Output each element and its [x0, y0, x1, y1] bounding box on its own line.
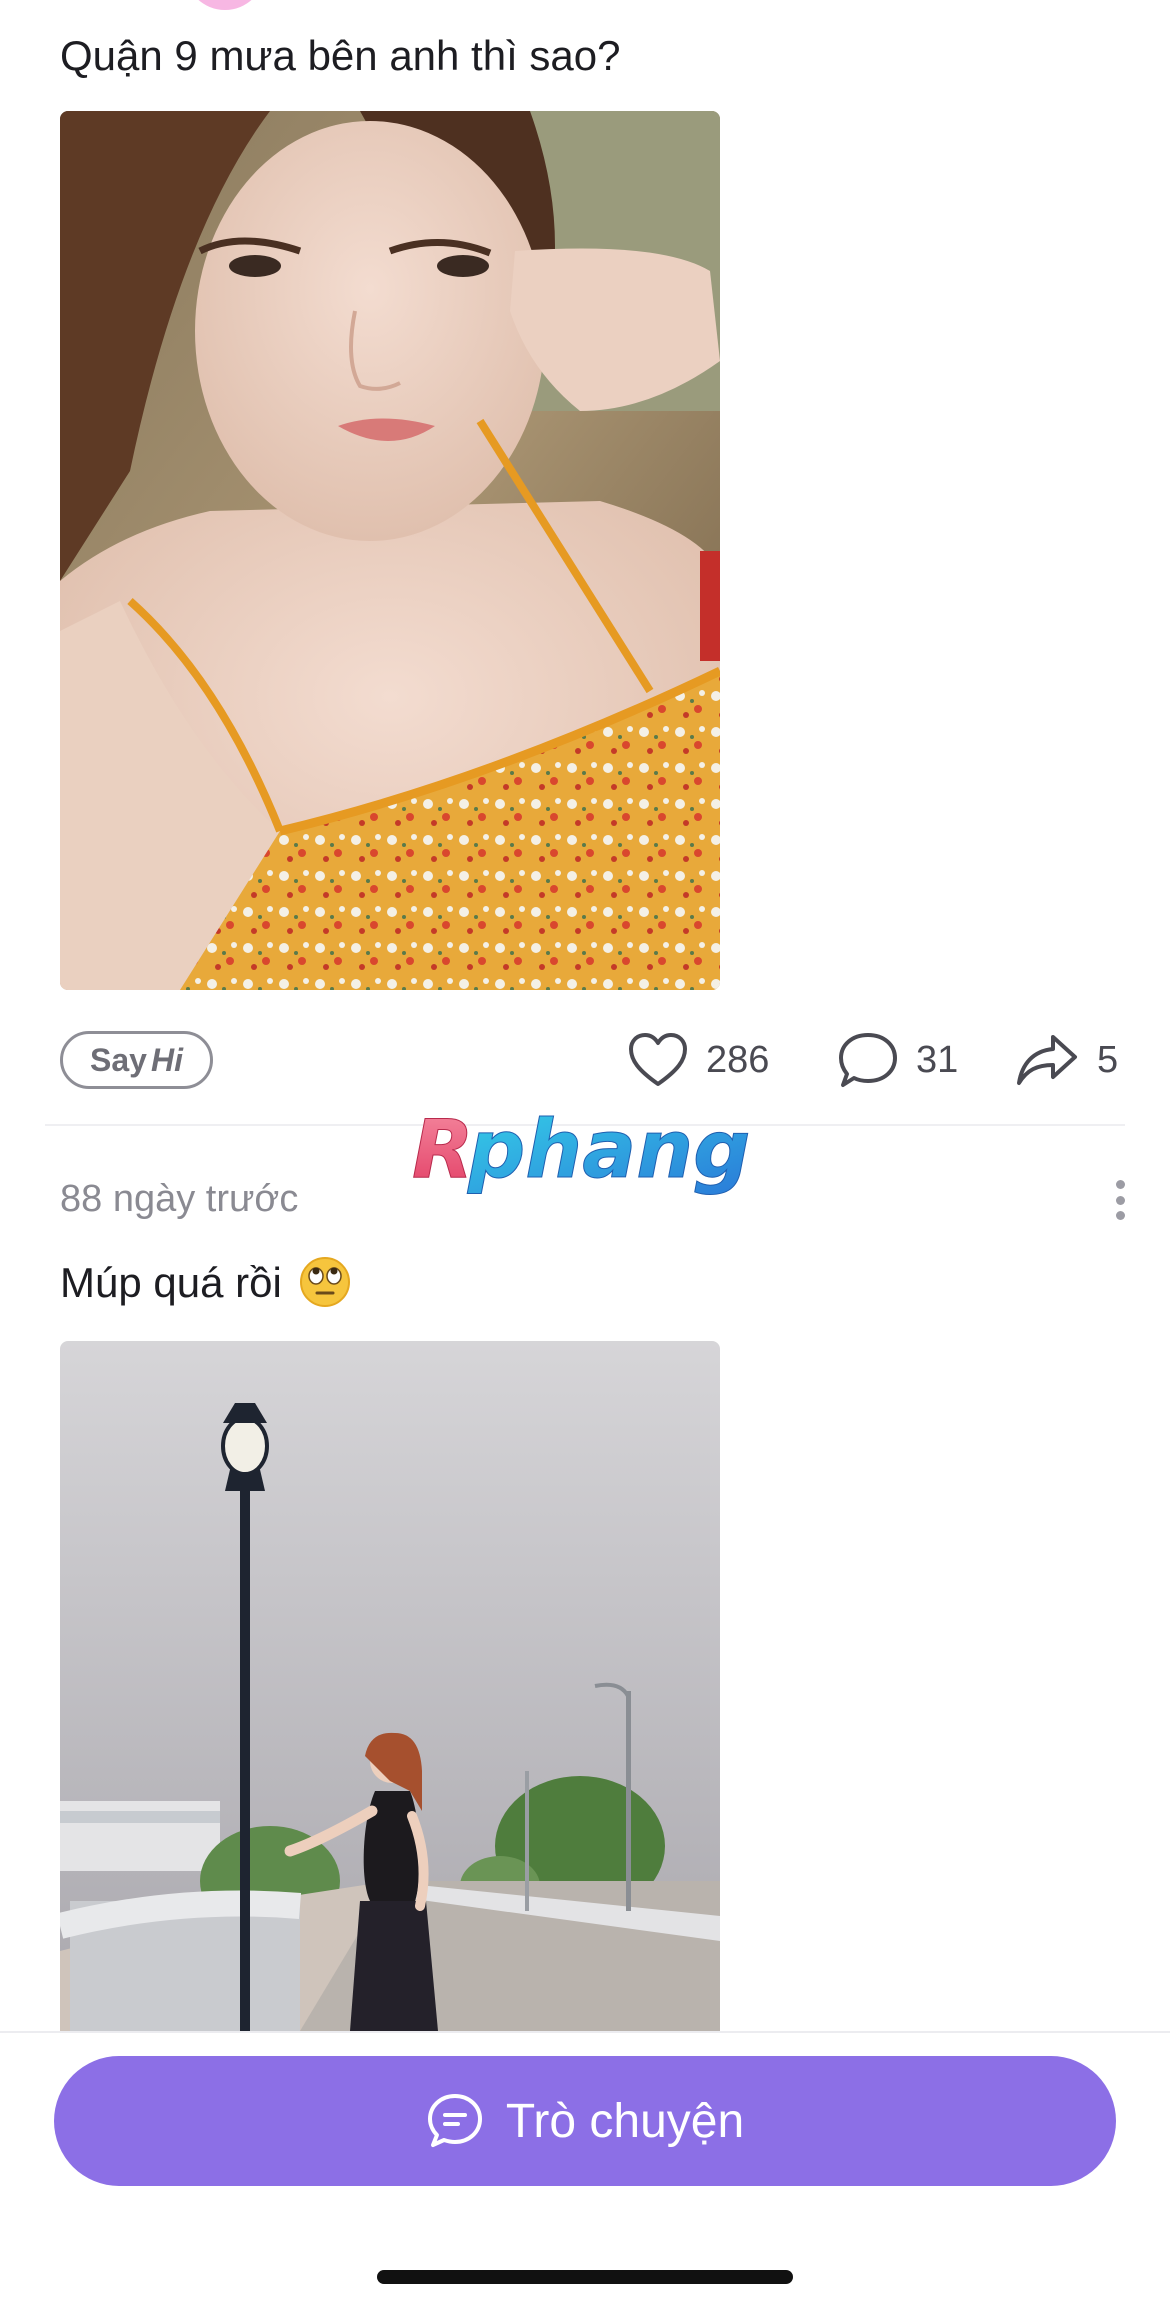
svg-text:phang: phang — [467, 1105, 750, 1196]
heart-icon — [629, 1033, 687, 1086]
dot — [1115, 1180, 1125, 1189]
rphang-watermark-logo: R phang — [412, 1105, 751, 1197]
share-arrow-icon — [1017, 1035, 1077, 1085]
bottom-bar: Trò chuyện — [0, 2031, 1170, 2307]
post-actions: Say Hi 286 31 5 — [0, 1028, 1170, 1092]
post-caption: Múp quá rồi — [60, 1256, 351, 1308]
svg-text:R: R — [412, 1105, 474, 1196]
post-photo[interactable] — [60, 111, 720, 990]
say-hi-label-hi: Hi — [150, 1041, 183, 1078]
say-hi-button[interactable]: Say Hi — [60, 1031, 213, 1089]
post-caption-text: Múp quá rồi — [60, 1259, 282, 1306]
comment-count: 31 — [916, 1038, 959, 1081]
street-lamp-photo — [60, 1341, 720, 2031]
dot — [1115, 1195, 1125, 1205]
avatar[interactable] — [185, 0, 265, 10]
comment-button[interactable]: 31 — [838, 1028, 958, 1092]
comment-bubble-icon — [839, 1033, 897, 1087]
share-button[interactable]: 5 — [1015, 1028, 1118, 1092]
dot — [1115, 1211, 1125, 1220]
say-hi-label-say: Say — [90, 1041, 147, 1078]
home-indicator[interactable] — [377, 2270, 793, 2284]
chat-button-label: Trò chuyện — [505, 2094, 745, 2148]
selfie-image — [60, 111, 720, 990]
like-button[interactable]: 286 — [628, 1028, 769, 1092]
post-timestamp: 88 ngày trước — [60, 1178, 299, 1220]
like-count: 286 — [706, 1038, 770, 1081]
chat-bubble-icon — [427, 2094, 482, 2147]
more-options-icon[interactable] — [1108, 1180, 1132, 1220]
post-caption: Quận 9 mưa bên anh thì sao? — [60, 32, 621, 79]
chat-button[interactable]: Trò chuyện — [54, 2056, 1116, 2186]
post-photo[interactable] — [60, 1341, 720, 2031]
eye-roll-emoji-icon — [300, 1256, 351, 1307]
share-count: 5 — [1097, 1038, 1119, 1081]
